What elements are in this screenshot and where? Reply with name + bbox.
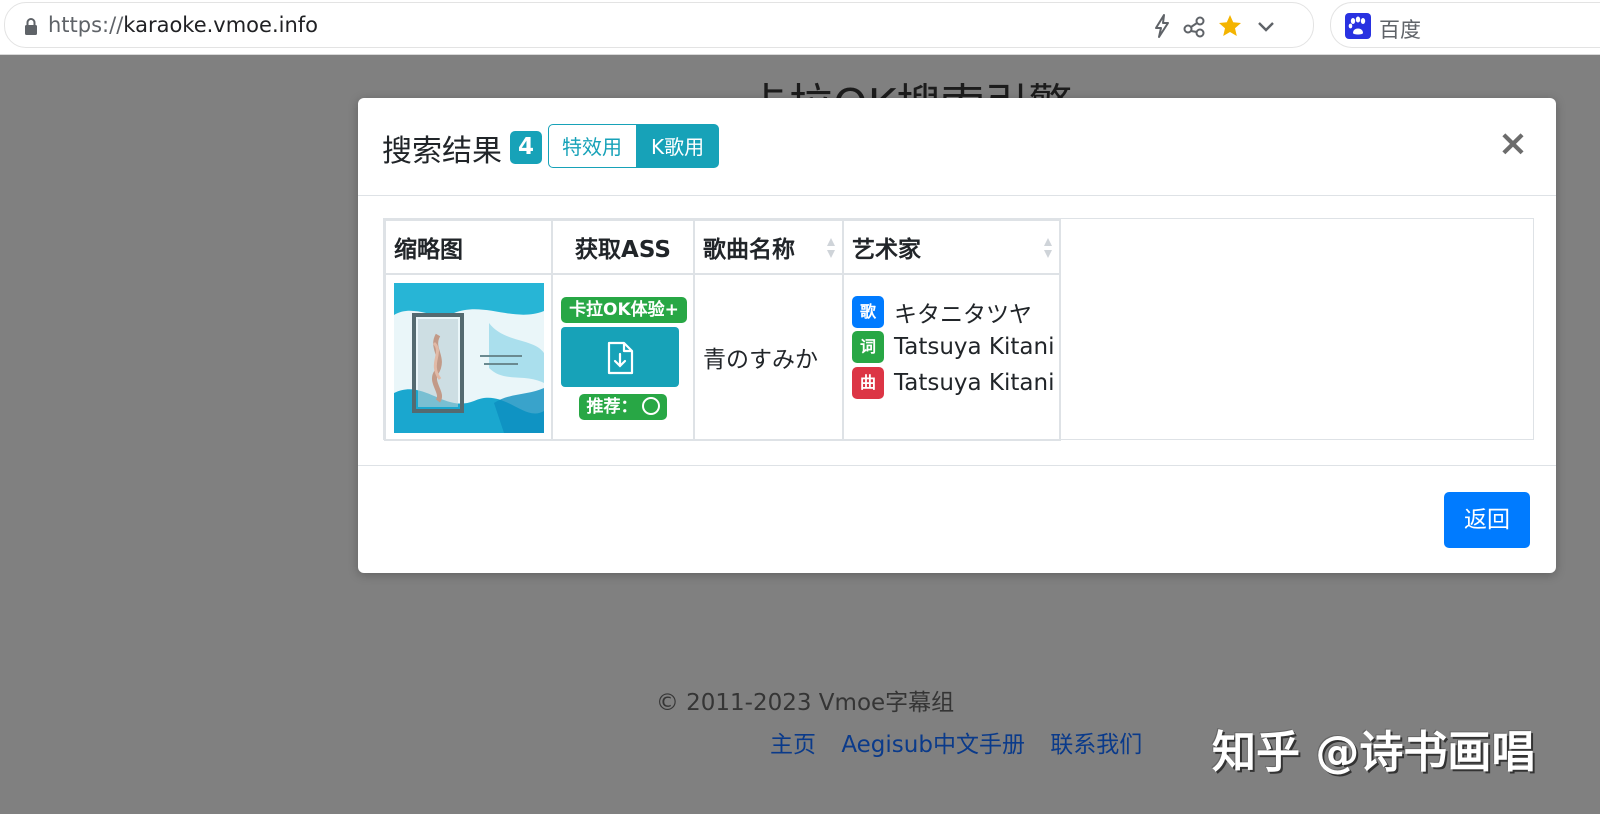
url-host: karaoke.vmoe.info (123, 13, 319, 37)
recommend-label: 推荐： (586, 397, 638, 417)
footer-link-contact[interactable]: 联系我们 (1050, 732, 1142, 758)
download-ass-button[interactable] (561, 327, 679, 387)
url-text[interactable]: https://karaoke.vmoe.info (48, 13, 318, 37)
watermark: 知乎 @诗书画唱 (1212, 727, 1536, 778)
recommend-circle-icon (641, 397, 660, 415)
sort-icon[interactable] (826, 236, 836, 260)
footer-copyright: © 2011-2023 Vmoe字幕组 (655, 690, 955, 716)
header-thumbnail: 缩略图 (384, 219, 553, 275)
modal-footer: 返回 (358, 465, 1556, 574)
artist-cell: 歌キタニタツヤ 词 Tatsuya Kitani 曲 Tatsuya Kitani (842, 273, 1061, 441)
mode-toggle-group: 特效用 K歌用 (548, 124, 719, 168)
artist-name[interactable]: キタニタツヤ (894, 302, 1032, 328)
browser-toolbar: https://karaoke.vmoe.info 百度 (0, 0, 1600, 55)
back-button[interactable]: 返回 (1444, 492, 1530, 548)
artist-row-lyricist: 词 Tatsuya Kitani (852, 331, 1054, 363)
star-icon[interactable] (1217, 13, 1243, 39)
song-name-cell: 青のすみか (693, 273, 844, 441)
song-name: 青のすみか (703, 347, 818, 373)
role-badge-lyricist: 词 (852, 331, 884, 363)
footer-link-aegisub-manual[interactable]: Aegisub中文手册 (841, 732, 1025, 758)
table-row: 卡拉OK体验+ 推荐： 青のすみか 歌 キタニタツヤ 词 Tatsuya Kit… (384, 273, 1061, 441)
address-bar[interactable]: https://karaoke.vmoe.info (4, 2, 1314, 48)
results-table: 缩略图 获取ASS 歌曲名称 艺术家 卡拉OK体验+ 推荐： 青のすみか 歌 キ… (384, 219, 1061, 441)
footer-links: 主页 Aegisub中文手册 联系我们 (770, 725, 1160, 759)
thumbnail-cell (384, 273, 553, 441)
table-header-row: 缩略图 获取ASS 歌曲名称 艺术家 (384, 219, 1061, 275)
baidu-paw-icon (1345, 13, 1371, 39)
header-artist-label: 艺术家 (852, 237, 921, 263)
album-cover-thumbnail[interactable] (394, 283, 544, 433)
search-engine-box[interactable]: 百度 (1330, 2, 1600, 48)
header-artist[interactable]: 艺术家 (842, 219, 1061, 275)
footer-link-home[interactable]: 主页 (770, 732, 816, 758)
header-song-name-label: 歌曲名称 (703, 237, 795, 263)
search-results-modal: 搜索结果 4 特效用 K歌用 × 缩略图 获取ASS 歌曲名称 艺术家 卡拉OK… (358, 98, 1556, 573)
modal-body: 缩略图 获取ASS 歌曲名称 艺术家 卡拉OK体验+ 推荐： 青のすみか 歌 キ… (358, 195, 1556, 465)
url-scheme: https:// (48, 13, 124, 37)
result-count-badge: 4 (510, 131, 542, 164)
chevron-down-icon[interactable] (1253, 13, 1279, 39)
artist-name[interactable]: Tatsuya Kitani (894, 370, 1054, 396)
artist-row-singer: 歌キタニタツヤ (852, 295, 1032, 328)
lightning-icon[interactable] (1149, 13, 1175, 39)
sort-icon[interactable] (1043, 236, 1053, 260)
page-title: 卡拉OK搜索引擎 (745, 80, 1073, 98)
close-icon[interactable]: × (1498, 126, 1528, 162)
artist-name[interactable]: Tatsuya Kitani (894, 334, 1054, 360)
search-engine-label: 百度 (1379, 18, 1421, 42)
artist-row-composer: 曲 Tatsuya Kitani (852, 367, 1054, 399)
lock-icon (25, 18, 37, 35)
karaoke-experience-badge: 卡拉OK体验+ (561, 297, 687, 323)
header-song-name[interactable]: 歌曲名称 (693, 219, 844, 275)
share-icon[interactable] (1181, 13, 1207, 39)
role-badge-composer: 曲 (852, 367, 884, 399)
results-table-container: 缩略图 获取ASS 歌曲名称 艺术家 卡拉OK体验+ 推荐： 青のすみか 歌 キ… (383, 218, 1534, 441)
recommend-badge: 推荐： (579, 394, 667, 420)
file-download-icon (607, 341, 634, 375)
karaoke-mode-button[interactable]: K歌用 (637, 124, 719, 168)
effects-mode-button[interactable]: 特效用 (548, 124, 637, 168)
modal-title: 搜索结果 (382, 134, 502, 169)
get-ass-cell: 卡拉OK体验+ 推荐： (551, 273, 695, 441)
role-badge-singer: 歌 (852, 296, 884, 328)
modal-header: 搜索结果 4 特效用 K歌用 × (358, 98, 1556, 196)
header-get-ass: 获取ASS (551, 219, 695, 275)
